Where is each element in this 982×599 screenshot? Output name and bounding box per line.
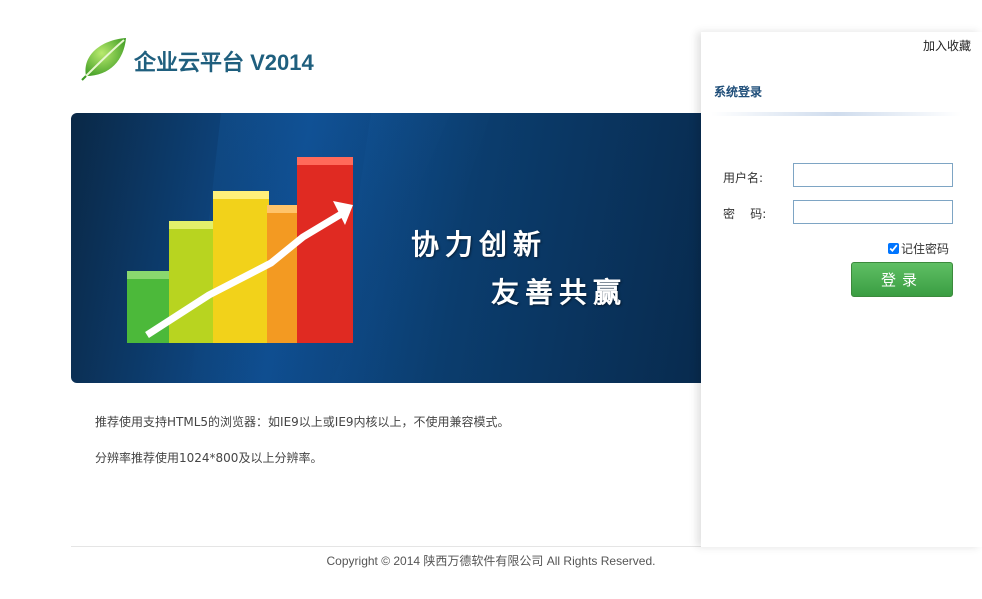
remember-password[interactable]: 记住密码 — [888, 240, 949, 257]
login-heading: 系统登录 — [714, 85, 763, 99]
login-panel: 加入收藏 系统登录 用户名: 密 码: 记住密码 登录 — [701, 32, 982, 547]
banner-slogan-line2: 友善共赢 — [491, 276, 628, 309]
add-favorite-link[interactable]: 加入收藏 — [923, 37, 971, 54]
banner-chart-illustration — [127, 113, 491, 383]
app-title: 企业云平台 V2014 — [134, 50, 314, 75]
login-button[interactable]: 登录 — [851, 262, 953, 297]
username-label: 用户名: — [723, 171, 764, 185]
copyright-text: Copyright © 2014 陕西万德软件有限公司 All Rights R… — [326, 554, 656, 568]
password-label: 密 码: — [723, 207, 767, 221]
remember-password-label: 记住密码 — [901, 242, 950, 256]
remember-password-checkbox[interactable] — [888, 243, 899, 254]
resolution-tip: 分辨率推荐使用1024*800及以上分辨率。 — [95, 451, 323, 465]
banner-image: 协力创新 友善共赢 — [71, 113, 711, 383]
leaf-logo-icon — [80, 34, 132, 82]
banner-slogan-line1: 协力创新 — [411, 228, 548, 261]
username-input[interactable] — [793, 163, 953, 187]
password-input[interactable] — [793, 200, 953, 224]
browser-tip: 推荐使用支持HTML5的浏览器：如IE9以上或IE9内核以上，不使用兼容模式。 — [95, 415, 510, 429]
heading-divider — [711, 112, 961, 116]
